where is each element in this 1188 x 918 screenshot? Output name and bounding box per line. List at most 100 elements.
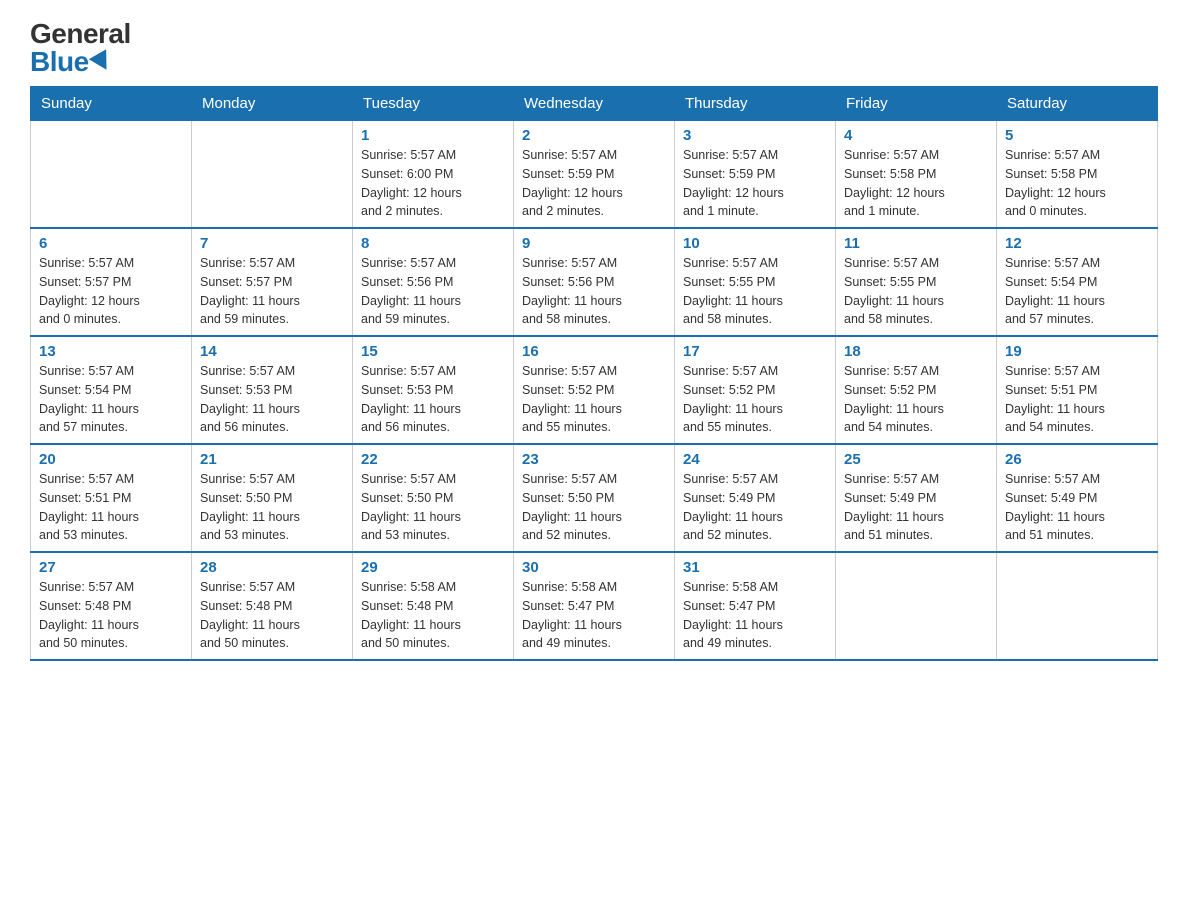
day-info: Sunrise: 5:58 AMSunset: 5:47 PMDaylight:… [522,578,666,653]
page-header: General Blue [30,20,1158,76]
weekday-header-thursday: Thursday [675,87,836,121]
day-info: Sunrise: 5:57 AMSunset: 5:59 PMDaylight:… [522,146,666,221]
logo-blue-text: Blue [30,48,112,76]
day-number: 26 [1005,451,1149,468]
calendar-cell: 1Sunrise: 5:57 AMSunset: 6:00 PMDaylight… [353,121,514,229]
day-info: Sunrise: 5:57 AMSunset: 5:54 PMDaylight:… [39,362,183,437]
calendar-week-row: 1Sunrise: 5:57 AMSunset: 6:00 PMDaylight… [31,121,1158,229]
day-info: Sunrise: 5:57 AMSunset: 5:52 PMDaylight:… [522,362,666,437]
calendar-cell: 24 Sunrise: 5:57 AMSunset: 5:49 PMDayligh… [675,444,836,552]
day-info: Sunrise: 5:57 AMSunset: 5:49 PMDaylight:… [683,470,827,545]
day-info: Sunrise: 5:57 AMSunset: 5:48 PMDaylight:… [200,578,344,653]
calendar-cell: 22 Sunrise: 5:57 AMSunset: 5:50 PMDayligh… [353,444,514,552]
weekday-header-friday: Friday [836,87,997,121]
day-info: Sunrise: 5:57 AMSunset: 5:51 PMDaylight:… [1005,362,1149,437]
calendar-cell: 30 Sunrise: 5:58 AMSunset: 5:47 PMDayligh… [514,552,675,660]
calendar-cell: 4 Sunrise: 5:57 AMSunset: 5:58 PMDaylight… [836,121,997,229]
day-number: 23 [522,451,666,468]
logo-general-text: General [30,20,131,48]
calendar-cell: 23 Sunrise: 5:57 AMSunset: 5:50 PMDayligh… [514,444,675,552]
calendar-table: SundayMondayTuesdayWednesdayThursdayFrid… [30,86,1158,661]
day-number: 29 [361,559,505,576]
day-number: 15 [361,343,505,360]
calendar-cell: 18 Sunrise: 5:57 AMSunset: 5:52 PMDayligh… [836,336,997,444]
calendar-week-row: 13 Sunrise: 5:57 AMSunset: 5:54 PMDayligh… [31,336,1158,444]
calendar-cell: 26 Sunrise: 5:57 AMSunset: 5:49 PMDayligh… [997,444,1158,552]
day-info: Sunrise: 5:57 AMSunset: 5:58 PMDaylight:… [844,146,988,221]
calendar-cell: 9Sunrise: 5:57 AMSunset: 5:56 PMDaylight… [514,228,675,336]
day-info: Sunrise: 5:57 AMSunset: 6:00 PMDaylight:… [361,146,505,221]
day-info: Sunrise: 5:57 AMSunset: 5:50 PMDaylight:… [361,470,505,545]
logo-triangle-icon [89,49,115,75]
calendar-cell: 14 Sunrise: 5:57 AMSunset: 5:53 PMDayligh… [192,336,353,444]
day-number: 24 [683,451,827,468]
day-info: Sunrise: 5:57 AMSunset: 5:48 PMDaylight:… [39,578,183,653]
calendar-cell: 5 Sunrise: 5:57 AMSunset: 5:58 PMDaylight… [997,121,1158,229]
day-number: 31 [683,559,827,576]
day-number: 5 [1005,127,1149,144]
day-number: 12 [1005,235,1149,252]
weekday-header-saturday: Saturday [997,87,1158,121]
day-info: Sunrise: 5:57 AMSunset: 5:57 PMDaylight:… [200,254,344,329]
day-info: Sunrise: 5:57 AMSunset: 5:52 PMDaylight:… [844,362,988,437]
day-number: 27 [39,559,183,576]
day-number: 25 [844,451,988,468]
calendar-cell: 31 Sunrise: 5:58 AMSunset: 5:47 PMDayligh… [675,552,836,660]
calendar-cell: 16 Sunrise: 5:57 AMSunset: 5:52 PMDayligh… [514,336,675,444]
day-info: Sunrise: 5:57 AMSunset: 5:54 PMDaylight:… [1005,254,1149,329]
day-info: Sunrise: 5:57 AMSunset: 5:49 PMDaylight:… [844,470,988,545]
weekday-header-wednesday: Wednesday [514,87,675,121]
day-info: Sunrise: 5:57 AMSunset: 5:49 PMDaylight:… [1005,470,1149,545]
day-info: Sunrise: 5:57 AMSunset: 5:52 PMDaylight:… [683,362,827,437]
day-number: 10 [683,235,827,252]
calendar-week-row: 27 Sunrise: 5:57 AMSunset: 5:48 PMDayligh… [31,552,1158,660]
day-info: Sunrise: 5:57 AMSunset: 5:55 PMDaylight:… [844,254,988,329]
calendar-header-row: SundayMondayTuesdayWednesdayThursdayFrid… [31,87,1158,121]
day-info: Sunrise: 5:57 AMSunset: 5:56 PMDaylight:… [522,254,666,329]
day-number: 20 [39,451,183,468]
day-info: Sunrise: 5:57 AMSunset: 5:59 PMDaylight:… [683,146,827,221]
calendar-cell: 6 Sunrise: 5:57 AMSunset: 5:57 PMDaylight… [31,228,192,336]
calendar-cell: 8Sunrise: 5:57 AMSunset: 5:56 PMDaylight… [353,228,514,336]
day-number: 4 [844,127,988,144]
calendar-cell: 28 Sunrise: 5:57 AMSunset: 5:48 PMDayligh… [192,552,353,660]
day-number: 3 [683,127,827,144]
day-info: Sunrise: 5:57 AMSunset: 5:50 PMDaylight:… [200,470,344,545]
day-info: Sunrise: 5:58 AMSunset: 5:47 PMDaylight:… [683,578,827,653]
day-info: Sunrise: 5:57 AMSunset: 5:53 PMDaylight:… [200,362,344,437]
calendar-cell: 2Sunrise: 5:57 AMSunset: 5:59 PMDaylight… [514,121,675,229]
calendar-cell: 20Sunrise: 5:57 AMSunset: 5:51 PMDayligh… [31,444,192,552]
calendar-cell: 12 Sunrise: 5:57 AMSunset: 5:54 PMDayligh… [997,228,1158,336]
day-number: 18 [844,343,988,360]
day-info: Sunrise: 5:57 AMSunset: 5:57 PMDaylight:… [39,254,183,329]
day-info: Sunrise: 5:57 AMSunset: 5:58 PMDaylight:… [1005,146,1149,221]
calendar-cell [31,121,192,229]
calendar-cell: 7 Sunrise: 5:57 AMSunset: 5:57 PMDaylight… [192,228,353,336]
day-number: 19 [1005,343,1149,360]
calendar-cell [836,552,997,660]
day-number: 30 [522,559,666,576]
day-number: 28 [200,559,344,576]
day-info: Sunrise: 5:58 AMSunset: 5:48 PMDaylight:… [361,578,505,653]
day-number: 17 [683,343,827,360]
calendar-cell: 21 Sunrise: 5:57 AMSunset: 5:50 PMDayligh… [192,444,353,552]
day-number: 6 [39,235,183,252]
calendar-week-row: 20Sunrise: 5:57 AMSunset: 5:51 PMDayligh… [31,444,1158,552]
day-info: Sunrise: 5:57 AMSunset: 5:50 PMDaylight:… [522,470,666,545]
day-number: 11 [844,235,988,252]
calendar-cell [192,121,353,229]
day-number: 21 [200,451,344,468]
day-number: 14 [200,343,344,360]
day-number: 8 [361,235,505,252]
day-info: Sunrise: 5:57 AMSunset: 5:55 PMDaylight:… [683,254,827,329]
weekday-header-monday: Monday [192,87,353,121]
day-number: 16 [522,343,666,360]
day-number: 22 [361,451,505,468]
calendar-cell: 19 Sunrise: 5:57 AMSunset: 5:51 PMDayligh… [997,336,1158,444]
day-number: 7 [200,235,344,252]
calendar-week-row: 6 Sunrise: 5:57 AMSunset: 5:57 PMDaylight… [31,228,1158,336]
calendar-cell: 17 Sunrise: 5:57 AMSunset: 5:52 PMDayligh… [675,336,836,444]
calendar-cell: 3 Sunrise: 5:57 AMSunset: 5:59 PMDaylight… [675,121,836,229]
day-number: 13 [39,343,183,360]
calendar-cell: 11 Sunrise: 5:57 AMSunset: 5:55 PMDayligh… [836,228,997,336]
